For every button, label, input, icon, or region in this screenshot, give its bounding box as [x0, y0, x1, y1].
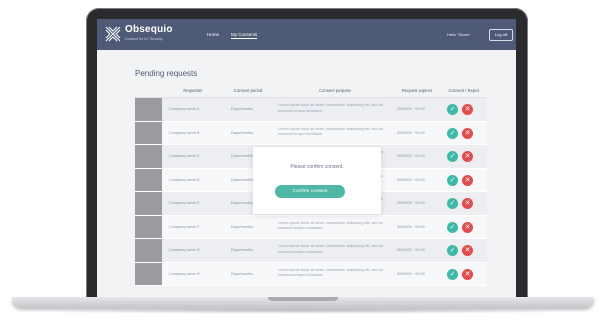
- check-icon: ✓: [449, 200, 456, 207]
- check-icon: ✓: [449, 129, 456, 137]
- requester-name: Company name D: [169, 177, 200, 182]
- accept-button[interactable]: ✓: [447, 174, 458, 186]
- accept-button[interactable]: ✓: [447, 127, 458, 139]
- header-consent-period: Consent period: [233, 88, 263, 93]
- accept-button[interactable]: ✓: [447, 151, 458, 162]
- requester-thumbnail: [135, 262, 162, 285]
- laptop-screen: Obsequio Consent for IoT Security Home M…: [97, 19, 516, 297]
- table-row: Company name B Days/months Lorem ipsum dol…: [135, 121, 487, 145]
- header-requester: Requester: [183, 88, 203, 93]
- check-icon: ✓: [449, 223, 456, 231]
- requester-name: Company name E: [169, 201, 200, 205]
- request-expires: 00/00/00 · 00:00: [397, 130, 425, 135]
- page-title: Pending requests: [135, 69, 198, 78]
- reject-button[interactable]: ✕: [462, 221, 473, 233]
- table-row: Company name A Days/months Lorem ipsum dol…: [135, 98, 487, 122]
- close-icon: ✕: [464, 200, 471, 207]
- laptop-shadow: [30, 308, 576, 314]
- table-row: Company name H Days/months Lorem ipsum dol…: [135, 262, 487, 286]
- consent-purpose: Lorem ipsum dolor sit amet, consectetur …: [278, 267, 383, 278]
- accept-button[interactable]: ✓: [447, 104, 458, 115]
- brand-name: Obsequio: [125, 24, 173, 35]
- requester-name: Company name C: [169, 154, 200, 158]
- check-icon: ✓: [449, 247, 456, 254]
- request-expires: 00/00/00 · 00:00: [397, 248, 425, 252]
- table-row: Company name F Days/months Lorem ipsum dol…: [135, 215, 487, 239]
- requester-name: Company name B: [169, 130, 200, 135]
- consent-period: Days/months: [231, 271, 254, 276]
- app-header: Obsequio Consent for IoT Security Home M…: [97, 19, 516, 50]
- check-icon: ✓: [449, 106, 456, 113]
- close-icon: ✕: [464, 106, 471, 113]
- confirm-consent-button[interactable]: Confirm consent: [275, 185, 345, 198]
- check-icon: ✓: [449, 270, 456, 278]
- requester-thumbnail: [135, 239, 162, 262]
- requester-thumbnail: [135, 121, 162, 144]
- consent-period: Days/months: [231, 130, 254, 135]
- logout-button[interactable]: Log off: [489, 29, 513, 41]
- consent-purpose: Lorem ipsum dolor sit amet, consectetur …: [278, 220, 383, 231]
- requester-name: Company name H: [169, 271, 200, 276]
- request-expires: 00/00/00 · 00:00: [397, 154, 425, 158]
- reject-button[interactable]: ✕: [462, 268, 473, 280]
- consent-purpose: Lorem ipsum dolor sit amet, consectetur …: [278, 103, 383, 113]
- confirm-consent-modal: Please confirm consent. Confirm consent: [253, 147, 381, 214]
- request-expires: 00/00/00 · 00:00: [397, 271, 425, 276]
- header-consent-purpose: Consent purpose: [319, 88, 351, 93]
- reject-button[interactable]: ✕: [462, 245, 473, 256]
- x-cross-logo-icon: [105, 26, 121, 42]
- brand-tagline: Consent for IoT Security: [125, 37, 163, 41]
- requester-thumbnail: [135, 145, 162, 168]
- request-expires: 00/00/00 · 00:00: [397, 107, 425, 111]
- check-icon: ✓: [449, 176, 456, 184]
- accept-button[interactable]: ✓: [447, 268, 458, 280]
- nav-my-consents[interactable]: My Consents: [231, 32, 258, 39]
- reject-button[interactable]: ✕: [462, 198, 473, 209]
- request-expires: 00/00/00 · 00:00: [397, 201, 425, 205]
- close-icon: ✕: [464, 270, 471, 278]
- user-greeting: Hello "Name": [447, 32, 471, 37]
- close-icon: ✕: [464, 247, 471, 254]
- modal-message: Please confirm consent.: [290, 164, 344, 170]
- consent-period: Days/months: [231, 248, 254, 252]
- close-icon: ✕: [464, 129, 471, 137]
- close-icon: ✕: [464, 176, 471, 184]
- requester-thumbnail: [135, 215, 162, 238]
- check-icon: ✓: [449, 153, 456, 160]
- requester-name: Company name F: [169, 224, 200, 229]
- requester-name: Company name G: [169, 248, 200, 252]
- laptop-notch: [268, 297, 338, 301]
- reject-button[interactable]: ✕: [462, 104, 473, 115]
- reject-button[interactable]: ✕: [462, 151, 473, 162]
- request-expires: 00/00/00 · 00:00: [397, 224, 425, 229]
- header-request-expires: Request expires: [401, 88, 433, 93]
- consent-period: Days/months: [231, 224, 254, 229]
- accept-button[interactable]: ✓: [447, 198, 458, 209]
- accept-button[interactable]: ✓: [447, 245, 458, 256]
- requester-thumbnail: [135, 168, 162, 191]
- header-consent-reject: Consent / Reject: [448, 88, 480, 93]
- consent-purpose: Lorem ipsum dolor sit amet, consectetur …: [278, 126, 383, 137]
- consent-purpose: Lorem ipsum dolor sit amet, consectetur …: [278, 244, 383, 254]
- reject-button[interactable]: ✕: [462, 127, 473, 139]
- requester-thumbnail: [135, 98, 162, 121]
- table-row: Company name G Days/months Lorem ipsum dol…: [135, 239, 487, 263]
- close-icon: ✕: [464, 153, 471, 160]
- request-expires: 00/00/00 · 00:00: [397, 177, 425, 182]
- table-header: Requester Consent period Consent purpose…: [135, 85, 487, 98]
- consent-period: Days/months: [231, 107, 254, 111]
- reject-button[interactable]: ✕: [462, 174, 473, 186]
- accept-button[interactable]: ✓: [447, 221, 458, 233]
- requester-thumbnail: [135, 192, 162, 215]
- close-icon: ✕: [464, 223, 471, 231]
- nav-home[interactable]: Home: [207, 32, 219, 37]
- requester-name: Company name A: [169, 107, 200, 111]
